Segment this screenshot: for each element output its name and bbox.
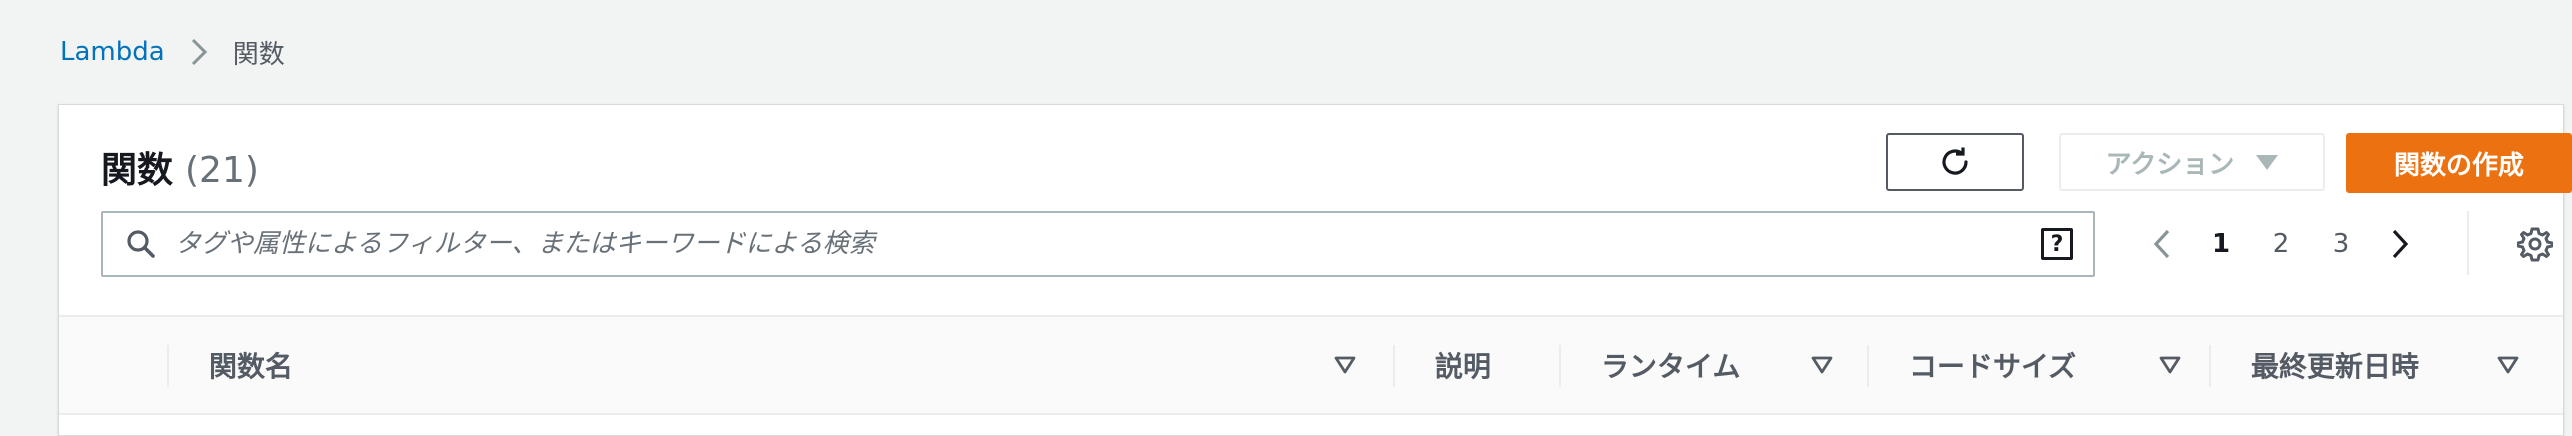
column-header-last-modified[interactable]: 最終更新日時 (2251, 317, 2419, 413)
column-divider (2209, 345, 2211, 387)
preferences-button[interactable] (2511, 217, 2559, 271)
breadcrumb-current: 関数 (232, 39, 285, 70)
search-input[interactable] (175, 214, 2041, 274)
column-divider (1867, 345, 1869, 387)
actions-label: アクション (2105, 149, 2235, 180)
functions-panel: 関数 (21) アクション 関数の作成 ? 1 2 3 (58, 104, 2572, 436)
pagination-next-button[interactable] (2382, 217, 2418, 271)
column-header-runtime[interactable]: ランタイム (1601, 317, 1740, 413)
function-count: (21) (185, 150, 259, 191)
column-divider (1393, 345, 1395, 387)
divider (2467, 211, 2469, 275)
refresh-button[interactable] (1886, 133, 2024, 191)
panel-title: 関数 (21) (101, 141, 259, 193)
search-icon (121, 224, 161, 264)
page-3-button[interactable]: 3 (2319, 217, 2363, 271)
breadcrumb: Lambda 関数 (60, 34, 285, 70)
sort-icon[interactable] (2159, 355, 2181, 375)
page-2-button[interactable]: 2 (2259, 217, 2303, 271)
gear-icon (2517, 227, 2553, 262)
create-function-button[interactable]: 関数の作成 (2346, 133, 2572, 193)
column-header-code-size[interactable]: コードサイズ (1909, 317, 2076, 413)
chevron-left-icon (2153, 229, 2170, 259)
sort-icon[interactable] (1811, 355, 1833, 375)
column-header-function-name[interactable]: 関数名 (209, 317, 293, 413)
table-header: 関数名 説明 ランタイム コードサイズ 最終更新日時 (59, 315, 2563, 415)
chevron-right-icon (2392, 229, 2409, 259)
pagination-prev-button[interactable] (2144, 217, 2180, 271)
refresh-icon (1942, 147, 1968, 175)
actions-dropdown-button[interactable]: アクション (2059, 133, 2325, 191)
sort-icon[interactable] (1334, 355, 1356, 375)
sort-icon[interactable] (2497, 355, 2519, 375)
column-header-description[interactable]: 説明 (1435, 317, 1491, 413)
page-1-button[interactable]: 1 (2199, 217, 2243, 271)
search-box: ? (101, 211, 2095, 277)
column-divider (1559, 345, 1561, 387)
help-icon[interactable]: ? (2041, 228, 2073, 260)
column-divider (167, 345, 169, 387)
chevron-right-icon (181, 34, 217, 70)
panel-title-text: 関数 (101, 150, 174, 191)
caret-down-icon (2256, 154, 2279, 170)
breadcrumb-lambda-link[interactable]: Lambda (60, 37, 165, 67)
